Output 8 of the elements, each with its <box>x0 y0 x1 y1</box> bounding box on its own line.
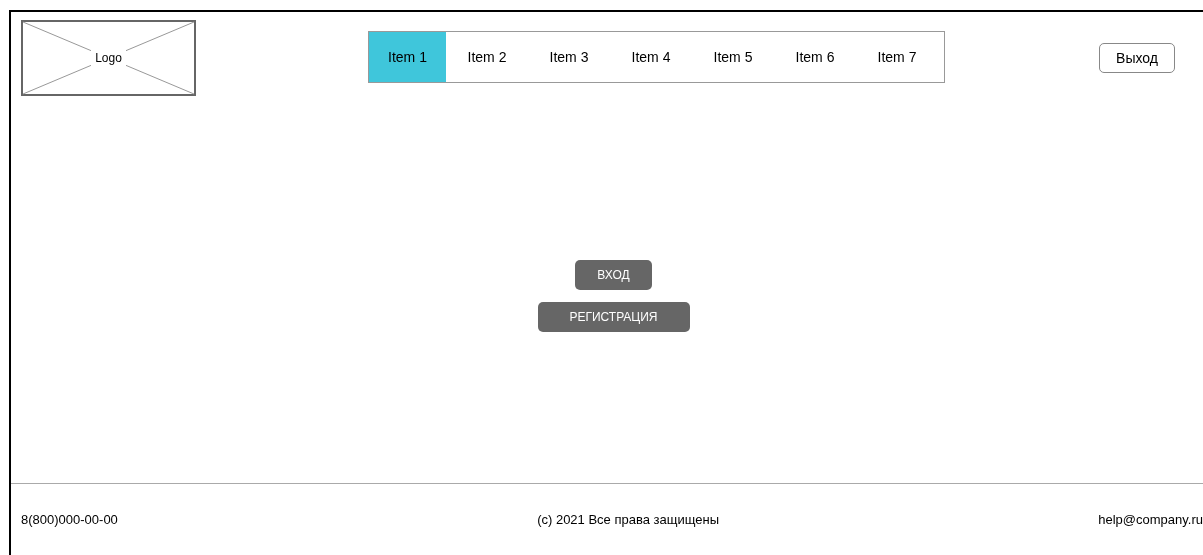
logo-text: Logo <box>91 49 126 67</box>
email-address: help@company.ru <box>1098 510 1203 529</box>
copyright-text: (c) 2021 Все права защищены <box>537 510 719 529</box>
login-button[interactable]: ВХОД <box>575 260 652 290</box>
phone-number: 8(800)000-00-00 <box>21 510 118 529</box>
register-button[interactable]: РЕГИСТРАЦИЯ <box>537 302 690 332</box>
nav-tab[interactable]: Item 1 <box>369 32 446 82</box>
logout-button[interactable]: Выход <box>1099 43 1175 73</box>
